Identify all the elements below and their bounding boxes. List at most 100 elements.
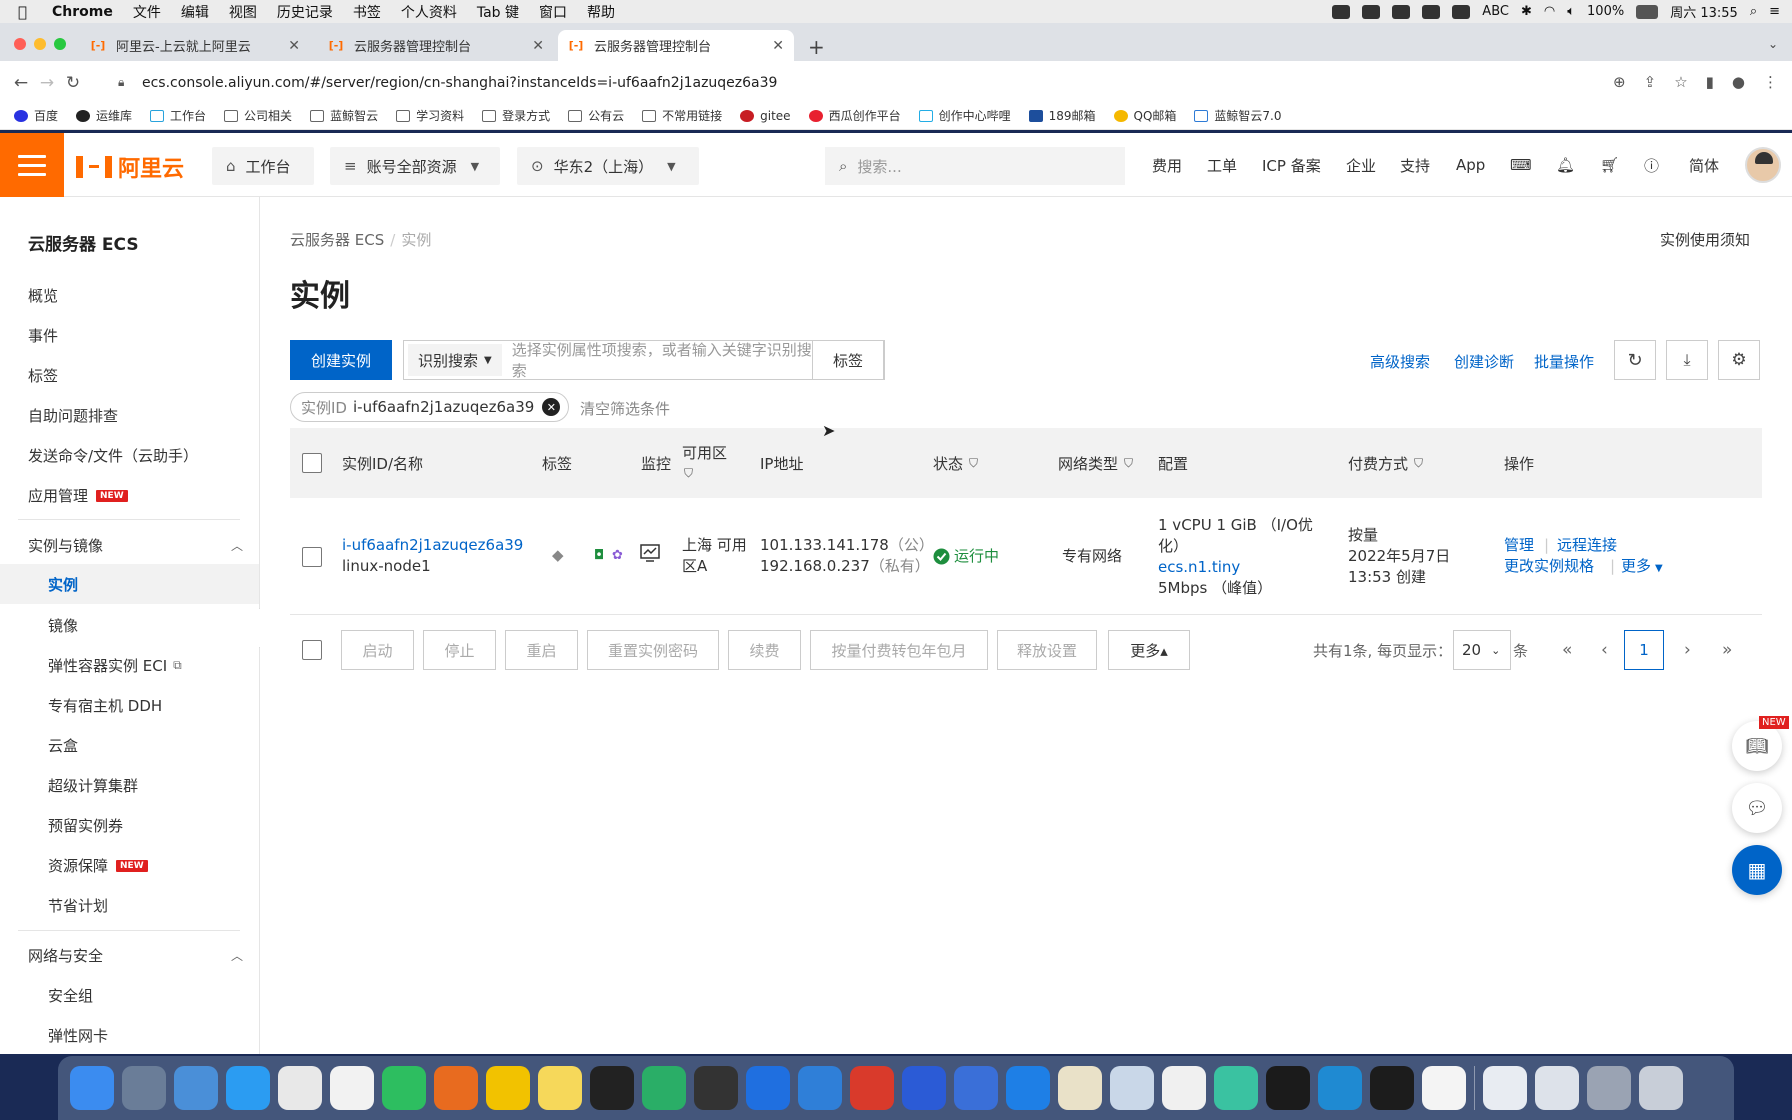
advanced-search-link[interactable]: 高级搜索 xyxy=(1370,351,1430,372)
tab-close-icon[interactable]: ✕ xyxy=(532,38,544,54)
sidebar-group-network[interactable]: 网络与安全 ︿ xyxy=(28,945,243,966)
input-method-icon[interactable] xyxy=(1452,4,1471,19)
status-app-icon[interactable] xyxy=(1332,4,1351,19)
bookmark-item[interactable]: 百度 xyxy=(14,107,58,124)
bluetooth-icon[interactable]: ✱ xyxy=(1521,4,1532,19)
remote-connect-link[interactable]: 远程连接 xyxy=(1557,535,1617,556)
reset-password-button[interactable]: 重置实例密码 xyxy=(587,630,719,670)
filter-icon[interactable]: ⛉ xyxy=(1414,456,1423,471)
tab-close-icon[interactable]: ✕ xyxy=(288,38,300,54)
nav-enterprise[interactable]: 企业 xyxy=(1346,133,1376,197)
zenterm-icon[interactable] xyxy=(694,1066,738,1110)
bookmark-item[interactable]: 工作台 xyxy=(150,107,206,124)
bookmark-folder[interactable]: 蓝鲸智云 xyxy=(310,107,378,124)
filter-icon[interactable]: ⛉ xyxy=(969,456,978,471)
page-size-select[interactable]: 20 ⌄ xyxy=(1453,630,1511,670)
status-app-icon[interactable] xyxy=(1362,4,1381,19)
more-menu-icon[interactable]: ⋮ xyxy=(1763,73,1778,91)
menu-view[interactable]: 视图 xyxy=(229,2,257,22)
launchpad-icon[interactable] xyxy=(122,1066,166,1110)
pycharm-icon[interactable] xyxy=(1370,1066,1414,1110)
bookmark-item[interactable]: 蓝鲸智云7.0 xyxy=(1194,107,1282,124)
baidu-netdisk-icon[interactable] xyxy=(1162,1066,1206,1110)
spotlight-search-icon[interactable]: ⌕ xyxy=(1750,4,1757,19)
dingtalk-icon[interactable] xyxy=(1006,1066,1050,1110)
cart-icon[interactable]: 🛒︎ xyxy=(1600,133,1619,197)
chrome-icon[interactable] xyxy=(278,1066,322,1110)
bookmark-item[interactable]: 运维库 xyxy=(76,107,132,124)
qq-icon[interactable] xyxy=(590,1066,634,1110)
search-mode-select[interactable]: 识别搜索 ▼ xyxy=(408,344,502,376)
reload-icon[interactable]: ↻ xyxy=(60,73,86,93)
bookmark-folder[interactable]: 公司相关 xyxy=(224,107,292,124)
clear-filters-link[interactable]: 清空筛选条件 xyxy=(580,398,670,419)
sidebar-item-eci[interactable]: 弹性容器实例 ECI ⧉ xyxy=(48,655,182,676)
notes-icon[interactable] xyxy=(538,1066,582,1110)
export-button[interactable]: ⤓ xyxy=(1666,340,1708,380)
menu-help[interactable]: 帮助 xyxy=(587,2,615,22)
media-player-icon[interactable] xyxy=(1214,1066,1258,1110)
share-icon[interactable]: ⇪ xyxy=(1644,73,1657,91)
sidebar-item-reserved-instances[interactable]: 预留实例券 xyxy=(48,815,123,836)
safari-icon[interactable] xyxy=(226,1066,270,1110)
network-tool-icon[interactable] xyxy=(1110,1066,1154,1110)
plugin-icon[interactable]: ✿ xyxy=(612,545,623,566)
bookmark-folder[interactable]: 不常用链接 xyxy=(642,107,722,124)
last-page-icon[interactable]: » xyxy=(1722,640,1732,660)
document-icon[interactable] xyxy=(1483,1066,1527,1110)
profile-icon[interactable]: ● xyxy=(1732,73,1745,91)
sidebar-item-images[interactable]: 镜像 xyxy=(48,615,78,636)
bookmark-folder[interactable]: 登录方式 xyxy=(482,107,550,124)
sidebar-item-hpc-cluster[interactable]: 超级计算集群 xyxy=(48,775,138,796)
region-dropdown[interactable]: ⊙ 华东2（上海） ▼ xyxy=(517,147,699,185)
menu-profile[interactable]: 个人资料 xyxy=(401,2,457,22)
tab-close-icon[interactable]: ✕ xyxy=(772,38,784,54)
menu-history[interactable]: 历史记录 xyxy=(277,2,333,22)
change-spec-link[interactable]: 更改实例规格 xyxy=(1504,556,1594,577)
sidebar-item-troubleshoot[interactable]: 自助问题排查 xyxy=(28,405,118,426)
instance-id-link[interactable]: i-uf6aafn2j1azuqez6a39 xyxy=(342,535,523,556)
bookmark-item[interactable]: 创作中心哔哩 xyxy=(918,107,1011,124)
lark-icon[interactable] xyxy=(746,1066,790,1110)
clock[interactable]: 周六 13:55 xyxy=(1670,2,1738,21)
apple-icon[interactable]:  xyxy=(18,3,38,21)
global-search-input[interactable]: ⌕ 搜索... xyxy=(825,147,1125,185)
filter-icon[interactable]: ⛉ xyxy=(1124,456,1133,471)
tag-filter-button[interactable]: 标签 xyxy=(812,340,884,380)
menu-tab[interactable]: Tab 键 xyxy=(477,2,519,22)
settings-button[interactable]: ⚙ xyxy=(1718,340,1760,380)
input-method-label[interactable]: ABC xyxy=(1482,4,1509,19)
restart-button[interactable]: 重启 xyxy=(505,630,578,670)
avatar[interactable] xyxy=(1745,147,1781,183)
nav-ticket[interactable]: 工单 xyxy=(1207,133,1237,197)
mail-icon[interactable] xyxy=(174,1066,218,1110)
menu-bookmarks[interactable]: 书签 xyxy=(353,2,381,22)
new-tab-icon[interactable]: + xyxy=(808,35,825,59)
workbench-button[interactable]: ⌂ 工作台 xyxy=(212,147,314,185)
hamburger-menu-icon[interactable] xyxy=(0,133,64,197)
col-network[interactable]: 网络类型 ⛉ xyxy=(1058,453,1133,474)
refresh-button[interactable]: ↻ xyxy=(1614,340,1656,380)
menu-window[interactable]: 窗口 xyxy=(539,2,567,22)
breadcrumb-link[interactable]: 云服务器 ECS xyxy=(290,231,384,249)
apps-float-button[interactable]: ▦ xyxy=(1732,845,1782,895)
screenshot-tool-icon[interactable] xyxy=(1587,1066,1631,1110)
security-shield-icon[interactable]: ◘ xyxy=(594,545,604,566)
sidebar-item-app-management[interactable]: 应用管理 NEW xyxy=(28,485,128,506)
bookmark-item[interactable]: 189邮箱 xyxy=(1028,107,1096,124)
resources-dropdown[interactable]: ≡ 账号全部资源 ▼ xyxy=(330,147,500,185)
photos-icon[interactable] xyxy=(486,1066,530,1110)
bookmark-item[interactable]: QQ邮箱 xyxy=(1113,107,1176,124)
wechat-status-icon[interactable] xyxy=(1422,4,1441,19)
sidebar-item-overview[interactable]: 概览 xyxy=(28,285,58,306)
menu-file[interactable]: 文件 xyxy=(133,2,161,22)
control-center-icon[interactable]: ≡ xyxy=(1769,4,1780,19)
instance-notice-link[interactable]: 实例使用须知 xyxy=(1660,229,1750,250)
sidebar-item-capacity-assurance[interactable]: 资源保障 NEW xyxy=(48,855,148,876)
sidebar-item-cloud-assistant[interactable]: 发送命令/文件（云助手） xyxy=(28,445,198,466)
next-page-icon[interactable]: › xyxy=(1684,640,1691,660)
browser-tab[interactable]: [-] 阿里云-上云就上阿里云 ✕ xyxy=(80,30,310,61)
search-input[interactable]: 选择实例属性项搜索，或者输入关键字识别搜索 xyxy=(512,339,816,381)
more-actions-link[interactable]: 更多 ▼ xyxy=(1621,556,1663,579)
footer-select-all-checkbox[interactable] xyxy=(302,640,322,660)
